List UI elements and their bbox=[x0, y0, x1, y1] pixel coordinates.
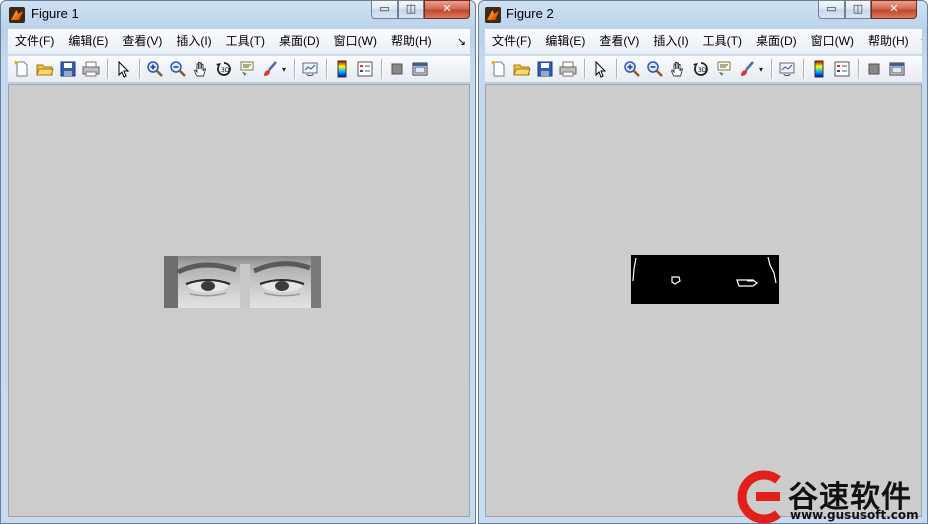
edit-plot-arrow-icon[interactable] bbox=[112, 58, 134, 80]
menu-file[interactable]: 文件(F) bbox=[8, 29, 61, 54]
toolbar-separator bbox=[139, 59, 140, 79]
gususoft-logo-icon bbox=[737, 470, 781, 524]
hide-plot-tools-icon[interactable] bbox=[386, 58, 408, 80]
matlab-icon bbox=[9, 7, 25, 23]
svg-text:3D: 3D bbox=[698, 67, 707, 74]
save-icon[interactable] bbox=[534, 58, 556, 80]
print-icon[interactable] bbox=[557, 58, 579, 80]
toolbar-separator bbox=[326, 59, 327, 79]
menu-overflow-icon[interactable]: ↘ bbox=[453, 35, 470, 48]
maximize-button[interactable]: ◫ bbox=[845, 0, 871, 19]
menu-overflow-icon[interactable]: ↘ bbox=[916, 35, 922, 48]
menu-insert[interactable]: 插入(I) bbox=[169, 29, 218, 54]
toolbar-separator bbox=[616, 59, 617, 79]
data-cursor-icon[interactable] bbox=[236, 58, 258, 80]
brush-dropdown-icon[interactable]: ▾ bbox=[282, 65, 290, 74]
menu-insert[interactable]: 插入(I) bbox=[646, 29, 695, 54]
open-file-icon[interactable] bbox=[511, 58, 533, 80]
figure-toolbar: 3D ▾ bbox=[8, 55, 470, 83]
toolbar-separator bbox=[294, 59, 295, 79]
toolbar-separator bbox=[381, 59, 382, 79]
zoom-out-icon[interactable] bbox=[167, 58, 189, 80]
menu-view[interactable]: 查看(V) bbox=[115, 29, 169, 54]
rotate-3d-icon[interactable]: 3D bbox=[690, 58, 712, 80]
close-button[interactable]: ✕ bbox=[871, 0, 917, 19]
figure-1-window: Figure 1 ▭ ◫ ✕ 文件(F) 编辑(E) 查看(V) 插入(I) 工… bbox=[0, 0, 476, 524]
toolbar-separator bbox=[803, 59, 804, 79]
rotate-3d-icon[interactable]: 3D bbox=[213, 58, 235, 80]
minimize-button[interactable]: ▭ bbox=[818, 0, 845, 19]
window-title: Figure 1 bbox=[31, 6, 79, 21]
hide-plot-tools-icon[interactable] bbox=[863, 58, 885, 80]
menu-file[interactable]: 文件(F) bbox=[485, 29, 538, 54]
print-icon[interactable] bbox=[80, 58, 102, 80]
maximize-button[interactable]: ◫ bbox=[398, 0, 424, 19]
insert-colorbar-icon[interactable] bbox=[808, 58, 830, 80]
figure-2-window: Figure 2 ▭ ◫ ✕ 文件(F) 编辑(E) 查看(V) 插入(I) 工… bbox=[478, 0, 928, 524]
link-plot-icon[interactable] bbox=[776, 58, 798, 80]
menu-window[interactable]: 窗口(W) bbox=[327, 29, 384, 54]
figure-toolbar: 3D ▾ bbox=[485, 55, 922, 83]
zoom-in-icon[interactable] bbox=[144, 58, 166, 80]
menu-help[interactable]: 帮助(H) bbox=[384, 29, 439, 54]
menu-bar: 文件(F) 编辑(E) 查看(V) 插入(I) 工具(T) 桌面(D) 窗口(W… bbox=[8, 29, 470, 54]
menu-desktop[interactable]: 桌面(D) bbox=[272, 29, 327, 54]
link-plot-icon[interactable] bbox=[299, 58, 321, 80]
svg-text:3D: 3D bbox=[221, 67, 230, 74]
insert-legend-icon[interactable] bbox=[354, 58, 376, 80]
pan-hand-icon[interactable] bbox=[667, 58, 689, 80]
eye-region-grayscale-image bbox=[164, 256, 321, 308]
watermark-url: www.gususoft.com bbox=[790, 508, 919, 522]
toolbar-separator bbox=[771, 59, 772, 79]
data-cursor-icon[interactable] bbox=[713, 58, 735, 80]
menu-tools[interactable]: 工具(T) bbox=[696, 29, 749, 54]
menu-window[interactable]: 窗口(W) bbox=[804, 29, 861, 54]
save-icon[interactable] bbox=[57, 58, 79, 80]
menu-bar: 文件(F) 编辑(E) 查看(V) 插入(I) 工具(T) 桌面(D) 窗口(W… bbox=[485, 29, 922, 54]
minimize-button[interactable]: ▭ bbox=[371, 0, 398, 19]
window-title: Figure 2 bbox=[506, 6, 554, 21]
menu-edit[interactable]: 编辑(E) bbox=[538, 29, 592, 54]
insert-legend-icon[interactable] bbox=[831, 58, 853, 80]
edit-plot-arrow-icon[interactable] bbox=[589, 58, 611, 80]
insert-colorbar-icon[interactable] bbox=[331, 58, 353, 80]
menu-view[interactable]: 查看(V) bbox=[592, 29, 646, 54]
brush-icon[interactable] bbox=[736, 58, 758, 80]
open-file-icon[interactable] bbox=[34, 58, 56, 80]
pan-hand-icon[interactable] bbox=[190, 58, 212, 80]
zoom-out-icon[interactable] bbox=[644, 58, 666, 80]
toolbar-separator bbox=[858, 59, 859, 79]
new-figure-icon[interactable] bbox=[488, 58, 510, 80]
toolbar-separator bbox=[107, 59, 108, 79]
brush-icon[interactable] bbox=[259, 58, 281, 80]
figure-canvas[interactable] bbox=[485, 84, 922, 517]
menu-desktop[interactable]: 桌面(D) bbox=[749, 29, 804, 54]
brush-dropdown-icon[interactable]: ▾ bbox=[759, 65, 767, 74]
menu-help[interactable]: 帮助(H) bbox=[861, 29, 916, 54]
close-button[interactable]: ✕ bbox=[424, 0, 470, 19]
menu-edit[interactable]: 编辑(E) bbox=[61, 29, 115, 54]
matlab-icon bbox=[485, 7, 501, 23]
zoom-in-icon[interactable] bbox=[621, 58, 643, 80]
toolbar-separator bbox=[584, 59, 585, 79]
new-figure-icon[interactable] bbox=[11, 58, 33, 80]
watermark-logo: 谷速软件 www.gususoft.com bbox=[730, 466, 928, 524]
menu-tools[interactable]: 工具(T) bbox=[219, 29, 272, 54]
edge-detection-image bbox=[631, 255, 779, 304]
show-plot-tools-icon[interactable] bbox=[409, 58, 431, 80]
show-plot-tools-icon[interactable] bbox=[886, 58, 908, 80]
figure-canvas[interactable] bbox=[8, 84, 470, 517]
